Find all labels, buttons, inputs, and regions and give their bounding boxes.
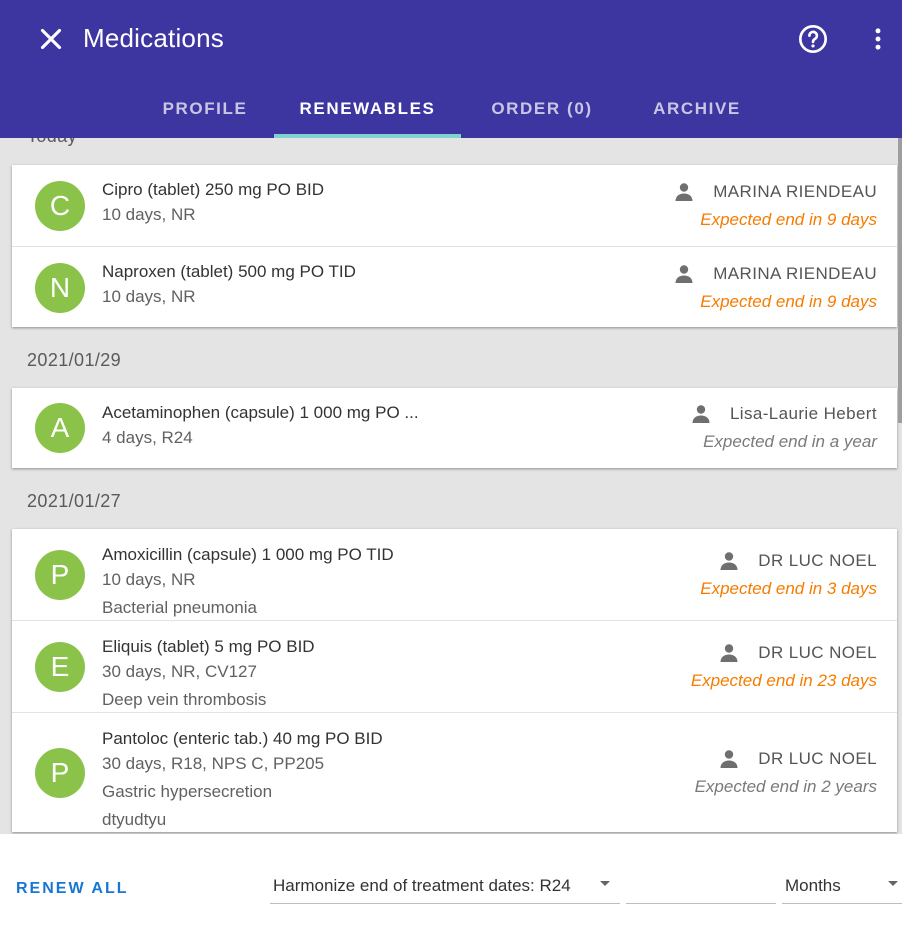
expected-end-text: Expected end in 3 days <box>700 578 877 598</box>
medication-detail: Deep vein thrombosis <box>102 690 267 709</box>
list-scrollbar[interactable] <box>898 138 902 423</box>
prescriber-name: DR LUC NOEL <box>758 643 877 662</box>
prescriber-name: Lisa-Laurie Hebert <box>729 404 877 423</box>
app-header: Medications PROFILE RENEWABLES ORDER (0)… <box>0 0 902 138</box>
tab-order[interactable]: ORDER (0) <box>474 80 610 138</box>
medication-detail: Bacterial pneumonia <box>102 598 257 617</box>
medication-name: Amoxicillin (capsule) 1 000 mg PO TID <box>102 545 394 564</box>
medication-name: Acetaminophen (capsule) 1 000 mg PO ... <box>102 403 419 422</box>
person-icon <box>672 262 696 286</box>
tab-bar: PROFILE RENEWABLES ORDER (0) ARCHIVE <box>0 80 902 138</box>
person-icon <box>717 641 741 665</box>
unit-select-value: Months <box>785 876 841 895</box>
tab-archive[interactable]: ARCHIVE <box>638 80 756 138</box>
medication-name: Cipro (tablet) 250 mg PO BID <box>102 180 325 199</box>
medication-name: Naproxen (tablet) 500 mg PO TID <box>102 262 356 281</box>
medication-name: Pantoloc (enteric tab.) 40 mg PO BID <box>102 729 383 748</box>
medication-row[interactable]: P Amoxicillin (capsule) 1 000 mg PO TID 10… <box>12 529 897 620</box>
expected-end-text: Expected end in 9 days <box>700 209 877 229</box>
renewables-list[interactable]: Today C Cipro (tablet) 250 mg PO BID 10 day… <box>0 138 902 834</box>
medication-avatar: C <box>35 180 85 231</box>
tab-renewables[interactable]: RENEWABLES <box>274 80 461 138</box>
person-icon <box>689 402 713 426</box>
medication-row[interactable]: N Naproxen (tablet) 500 mg PO TID 10 days,… <box>12 246 897 327</box>
chevron-down-icon <box>888 881 898 886</box>
medication-detail: 10 days, NR <box>102 287 196 306</box>
close-icon[interactable] <box>34 22 68 56</box>
expected-end-text: Expected end in 23 days <box>690 671 877 690</box>
renew-all-button[interactable]: RENEW ALL <box>16 880 129 898</box>
date-header: 2021/01/27 <box>27 491 122 511</box>
medication-detail: Gastric hypersecretion <box>102 782 273 801</box>
person-icon <box>717 747 741 771</box>
medication-card: C Cipro (tablet) 250 mg PO BID 10 days, NR… <box>12 165 897 327</box>
chevron-down-icon <box>600 881 610 886</box>
more-vertical-icon[interactable] <box>864 23 892 55</box>
medication-avatar: P <box>35 748 85 798</box>
medication-avatar: A <box>35 403 85 453</box>
unit-select[interactable]: Months <box>782 866 902 904</box>
medication-detail: 10 days, NR <box>102 570 196 589</box>
prescriber-name: MARINA RIENDEAU <box>713 181 877 201</box>
person-icon <box>717 549 741 573</box>
medication-name: Eliquis (tablet) 5 mg PO BID <box>102 637 315 656</box>
medication-detail: 4 days, R24 <box>102 428 193 447</box>
date-header: Today <box>27 138 77 147</box>
harmonize-select[interactable]: Harmonize end of treatment dates: R24 <box>270 866 620 904</box>
medication-avatar: E <box>35 642 85 692</box>
medication-card: P Amoxicillin (capsule) 1 000 mg PO TID 10… <box>12 529 897 832</box>
prescriber-name: DR LUC NOEL <box>758 550 877 570</box>
page-title: Medications <box>83 23 224 53</box>
medication-detail: 30 days, NR, CV127 <box>102 662 257 681</box>
date-header: 2021/01/29 <box>27 350 122 370</box>
expected-end-text: Expected end in 2 years <box>694 777 877 796</box>
renew-footer: RENEW ALL Harmonize end of treatment dat… <box>0 834 902 925</box>
prescriber-name: MARINA RIENDEAU <box>713 263 877 283</box>
medication-row[interactable]: E Eliquis (tablet) 5 mg PO BID 30 days, NR… <box>12 620 897 712</box>
medication-detail: dtyudtyu <box>102 810 167 829</box>
harmonize-select-value: Harmonize end of treatment dates: R24 <box>273 876 571 895</box>
tab-profile[interactable]: PROFILE <box>150 80 260 138</box>
medication-detail: 30 days, R18, NPS C, PP205 <box>102 754 325 773</box>
person-icon <box>672 180 696 204</box>
medication-avatar: P <box>35 549 85 600</box>
expected-end-text: Expected end in a year <box>703 432 877 451</box>
prescriber-name: DR LUC NOEL <box>758 749 877 768</box>
duration-input[interactable] <box>626 866 776 904</box>
medication-detail: 10 days, NR <box>102 205 196 224</box>
medication-avatar: N <box>35 262 85 313</box>
medication-row[interactable]: C Cipro (tablet) 250 mg PO BID 10 days, NR… <box>12 165 897 246</box>
medication-card: A Acetaminophen (capsule) 1 000 mg PO ...… <box>12 388 897 468</box>
help-circle-icon[interactable] <box>797 23 829 55</box>
medication-row[interactable]: P Pantoloc (enteric tab.) 40 mg PO BID 30 … <box>12 712 897 832</box>
medication-row[interactable]: A Acetaminophen (capsule) 1 000 mg PO ...… <box>12 388 897 468</box>
expected-end-text: Expected end in 9 days <box>700 291 877 311</box>
